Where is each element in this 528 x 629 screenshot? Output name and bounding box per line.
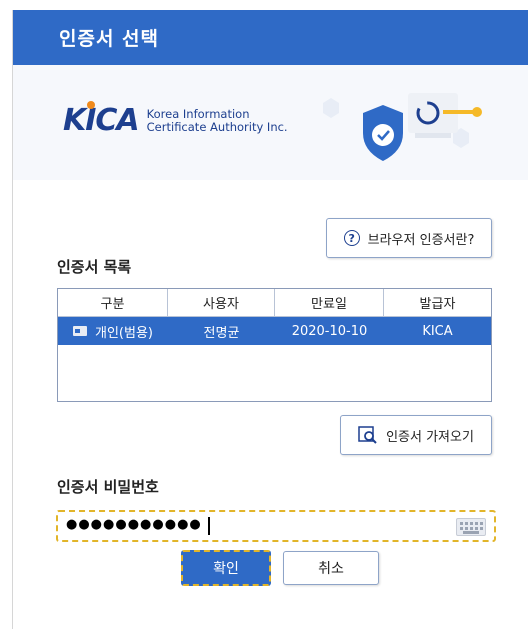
text-caret: [208, 517, 210, 535]
browser-cert-help-button[interactable]: ? 브라우저 인증서란?: [326, 218, 492, 258]
cancel-button[interactable]: 취소: [283, 551, 379, 585]
cert-list-label: 인증서 목록: [57, 258, 132, 276]
table-row-selected[interactable]: 개인(범용) 전명균 2020-10-10 KICA: [58, 317, 491, 345]
security-illustration: [323, 93, 482, 161]
password-label: 인증서 비밀번호: [57, 478, 159, 496]
password-input[interactable]: ●●●●●●●●●●●: [56, 510, 496, 542]
question-circle-icon: ?: [343, 230, 360, 246]
column-header[interactable]: 만료일: [275, 289, 384, 316]
cell-user: 전명균: [203, 325, 240, 341]
confirm-button[interactable]: 확인: [181, 550, 271, 586]
virtual-keyboard-icon[interactable]: [456, 518, 486, 536]
cell-type: 개인(범용): [58, 317, 168, 345]
table-header: 구분 사용자 만료일 발급자: [58, 289, 491, 317]
search-document-icon: [358, 426, 377, 444]
certificate-card-icon: [73, 326, 87, 336]
cell-issuer: KICA: [422, 323, 453, 339]
column-header[interactable]: 구분: [58, 289, 168, 316]
banner: KICA Korea Information Certificate Autho…: [13, 65, 528, 180]
column-header[interactable]: 사용자: [168, 289, 275, 316]
cert-table: 구분 사용자 만료일 발급자 개인(범용) 전명균 2020-10-10 KIC…: [57, 288, 492, 402]
column-header[interactable]: 발급자: [384, 289, 491, 316]
kica-logo: KICA Korea Information Certificate Autho…: [63, 101, 288, 138]
dialog-title: 인증서 선택: [59, 28, 160, 50]
certificate-dialog: 인증서 선택 KICA Korea Information Certificat…: [12, 10, 528, 629]
import-cert-button[interactable]: 인증서 가져오기: [340, 415, 492, 455]
cell-expiry: 2020-10-10: [291, 323, 368, 339]
kica-logo-mark: KICA: [63, 101, 140, 138]
password-masked-value: ●●●●●●●●●●●: [66, 517, 202, 532]
title-bar: 인증서 선택: [13, 10, 528, 65]
kica-company-name: Korea Information Certificate Authority …: [146, 106, 288, 134]
